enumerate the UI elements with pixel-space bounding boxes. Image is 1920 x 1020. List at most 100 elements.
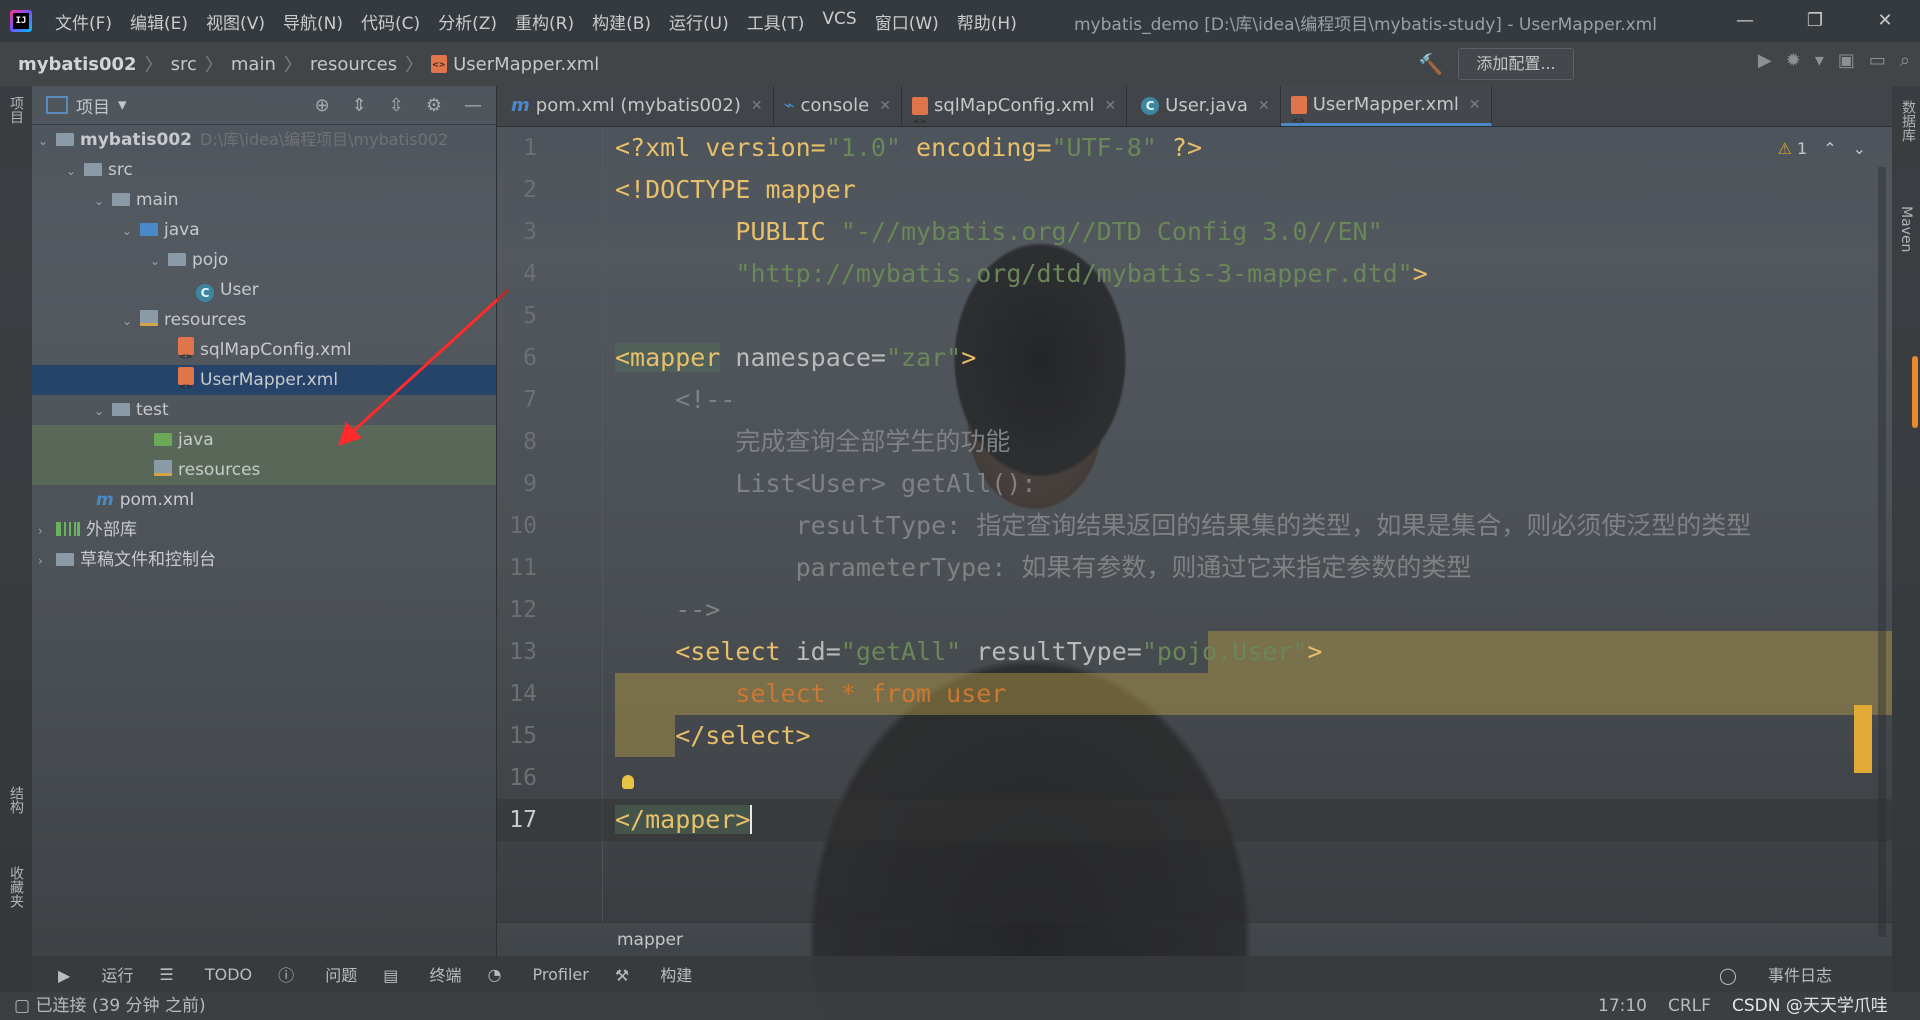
close-tab-icon[interactable]: ✕ — [879, 86, 891, 126]
folder-icon — [84, 163, 102, 176]
line-ending[interactable]: CRLF — [1668, 992, 1711, 1020]
left-tool-strip: 项目 结构 收藏夹 — [0, 86, 32, 992]
chevron-down-icon[interactable]: ⌄ — [150, 246, 164, 276]
database-tool-tab[interactable]: 数据库 — [1898, 100, 1918, 142]
add-configuration-button[interactable]: 添加配置... — [1458, 48, 1574, 80]
tree-node-test-resources[interactable]: resources — [32, 455, 496, 485]
tree-node-main[interactable]: ⌄ main — [32, 185, 496, 215]
status-bar: ▢ 已连接 (39 分钟 之前) 17:10 CRLF CSDN @天天学爪哇 — [0, 992, 1920, 1020]
profiler-tool-button[interactable]: ◔ Profiler — [487, 965, 588, 984]
run-icon[interactable]: ▶ — [1758, 50, 1772, 71]
code-line: 4 "http://mybatis.org/dtd/mybatis-3-mapp… — [523, 259, 1428, 288]
code-line: 2 <!DOCTYPE mapper — [523, 175, 856, 204]
favorites-tool-tab[interactable]: 收藏夹 — [6, 866, 26, 908]
project-tool-tab[interactable]: 项目 — [6, 96, 26, 124]
editor-scrollbar[interactable] — [1878, 167, 1886, 937]
dropdown-icon[interactable]: ▾ — [1815, 50, 1824, 71]
chevron-down-icon[interactable]: ⌄ — [122, 216, 136, 246]
folder-icon — [112, 403, 130, 416]
todo-tool-button[interactable]: ☰ TODO — [159, 965, 252, 984]
menu-build[interactable]: 构建(B) — [583, 9, 660, 34]
scratch-icon — [56, 553, 74, 566]
event-log-button[interactable]: ◯ 事件日志 — [1719, 962, 1832, 986]
breadcrumb-resources[interactable]: resources — [310, 54, 397, 75]
menu-file[interactable]: 文件(F) — [46, 9, 121, 34]
red-annotation-arrow — [338, 288, 510, 446]
project-panel-title[interactable]: 项目 — [76, 93, 110, 118]
tree-node-external-libraries[interactable]: › 外部库 — [32, 515, 496, 545]
navigation-bar: mybatis002〉 src〉 main〉 resources〉 UserMa… — [0, 42, 1920, 86]
code-editor[interactable]: ⚠ 1 ⌃ ⌄ 1 <?xml version="1.0" encoding="U… — [497, 127, 1892, 937]
breadcrumb-src[interactable]: src — [171, 54, 197, 75]
menu-analyze[interactable]: 分析(Z) — [429, 9, 506, 34]
breadcrumb-project[interactable]: mybatis002 — [18, 54, 137, 75]
breadcrumb-mapper[interactable]: mapper — [617, 930, 683, 950]
tab-usermapper[interactable]: UserMapper.xml✕ — [1280, 85, 1492, 141]
scroll-thumb[interactable] — [1912, 356, 1918, 428]
menu-refactor[interactable]: 重构(R) — [506, 9, 583, 34]
breadcrumb-file[interactable]: UserMapper.xml — [453, 54, 599, 75]
minimize-icon[interactable]: — — [1710, 0, 1780, 42]
chevron-down-icon[interactable]: ⌄ — [122, 306, 136, 336]
tab-user-java[interactable]: C User.java ✕ — [1127, 86, 1281, 126]
tab-console[interactable]: ⌁ console ✕ — [774, 86, 902, 126]
menu-help[interactable]: 帮助(H) — [948, 9, 1026, 34]
menu-navigate[interactable]: 导航(N) — [274, 9, 352, 34]
project-structure-icon[interactable]: ▣ — [1838, 50, 1855, 71]
menu-tools[interactable]: 工具(T) — [738, 9, 814, 34]
code-line: 10 resultType: 指定查询结果返回的结果集的类型，如果是集合，则必须… — [509, 511, 1752, 540]
chevron-down-icon[interactable]: ⌄ — [94, 186, 108, 216]
breadcrumb-main[interactable]: main — [231, 54, 276, 75]
maven-tool-tab[interactable]: Maven — [1898, 206, 1914, 252]
restore-icon[interactable]: ❐ — [1780, 0, 1850, 42]
build-hammer-icon[interactable]: 🔨 — [1418, 52, 1443, 76]
tree-node-java[interactable]: ⌄ java — [32, 215, 496, 245]
build-tool-button[interactable]: ⚒ 构建 — [615, 962, 692, 986]
tree-node-pom[interactable]: m pom.xml — [32, 485, 496, 515]
panel-icon[interactable]: ▭ — [1869, 50, 1886, 71]
menu-window[interactable]: 窗口(W) — [866, 9, 948, 34]
menu-edit[interactable]: 编辑(E) — [121, 9, 197, 34]
structure-tool-tab[interactable]: 结构 — [6, 786, 26, 814]
close-tab-icon[interactable]: ✕ — [751, 86, 763, 126]
search-icon[interactable]: ⌕ — [1900, 50, 1910, 71]
hide-icon[interactable]: — — [464, 95, 482, 116]
code-line: 7 <!-- — [523, 385, 736, 414]
folder-icon — [112, 193, 130, 206]
class-icon: C — [196, 284, 214, 302]
menu-vcs[interactable]: VCS — [813, 9, 865, 34]
tab-sqlmapconfig[interactable]: sqlMapConfig.xml✕ — [902, 86, 1128, 142]
tree-node-root[interactable]: ⌄ mybatis002 D:\库\idea\编程项目\mybatis002 — [32, 125, 496, 155]
chevron-down-icon[interactable]: ▾ — [118, 95, 127, 115]
tree-node-scratches[interactable]: › 草稿文件和控制台 — [32, 545, 496, 575]
locate-icon[interactable]: ⊕ — [315, 95, 330, 116]
caret-position[interactable]: 17:10 — [1598, 992, 1647, 1020]
chevron-down-icon[interactable]: ⌄ — [94, 396, 108, 426]
chevron-down-icon[interactable]: ⌄ — [66, 156, 80, 186]
close-tab-icon[interactable]: ✕ — [1469, 85, 1481, 125]
debug-icon[interactable]: ✹ — [1786, 50, 1801, 71]
intention-bulb-icon[interactable] — [622, 775, 634, 789]
source-folder-icon — [140, 223, 158, 236]
expand-all-icon[interactable]: ⇕ — [352, 95, 367, 116]
chevron-down-icon[interactable]: ⌄ — [38, 126, 52, 156]
menu-view[interactable]: 视图(V) — [197, 9, 274, 34]
terminal-tool-button[interactable]: ▤ 终端 — [383, 962, 461, 986]
gear-icon[interactable]: ⚙ — [426, 95, 442, 116]
run-tool-button[interactable]: ▶ 运行 — [58, 962, 133, 986]
tab-pom[interactable]: m pom.xml (mybatis002) ✕ — [497, 86, 774, 126]
editor-tabs: m pom.xml (mybatis002)✕ ⌁ console✕ sqlMa… — [497, 85, 1892, 142]
menu-run[interactable]: 运行(U) — [660, 9, 738, 34]
chevron-right-icon[interactable]: › — [38, 546, 52, 576]
tree-node-pojo[interactable]: ⌄ pojo — [32, 245, 496, 275]
close-icon[interactable]: ✕ — [1850, 0, 1920, 42]
intellij-logo-icon — [10, 10, 32, 32]
collapse-all-icon[interactable]: ⇳ — [389, 95, 404, 116]
close-tab-icon[interactable]: ✕ — [1258, 86, 1270, 126]
close-tab-icon[interactable]: ✕ — [1104, 86, 1116, 126]
chevron-right-icon[interactable]: › — [38, 516, 52, 546]
resources-folder-icon — [140, 310, 158, 326]
menu-code[interactable]: 代码(C) — [352, 9, 429, 34]
tree-node-src[interactable]: ⌄ src — [32, 155, 496, 185]
problems-tool-button[interactable]: ⓘ 问题 — [278, 962, 357, 986]
